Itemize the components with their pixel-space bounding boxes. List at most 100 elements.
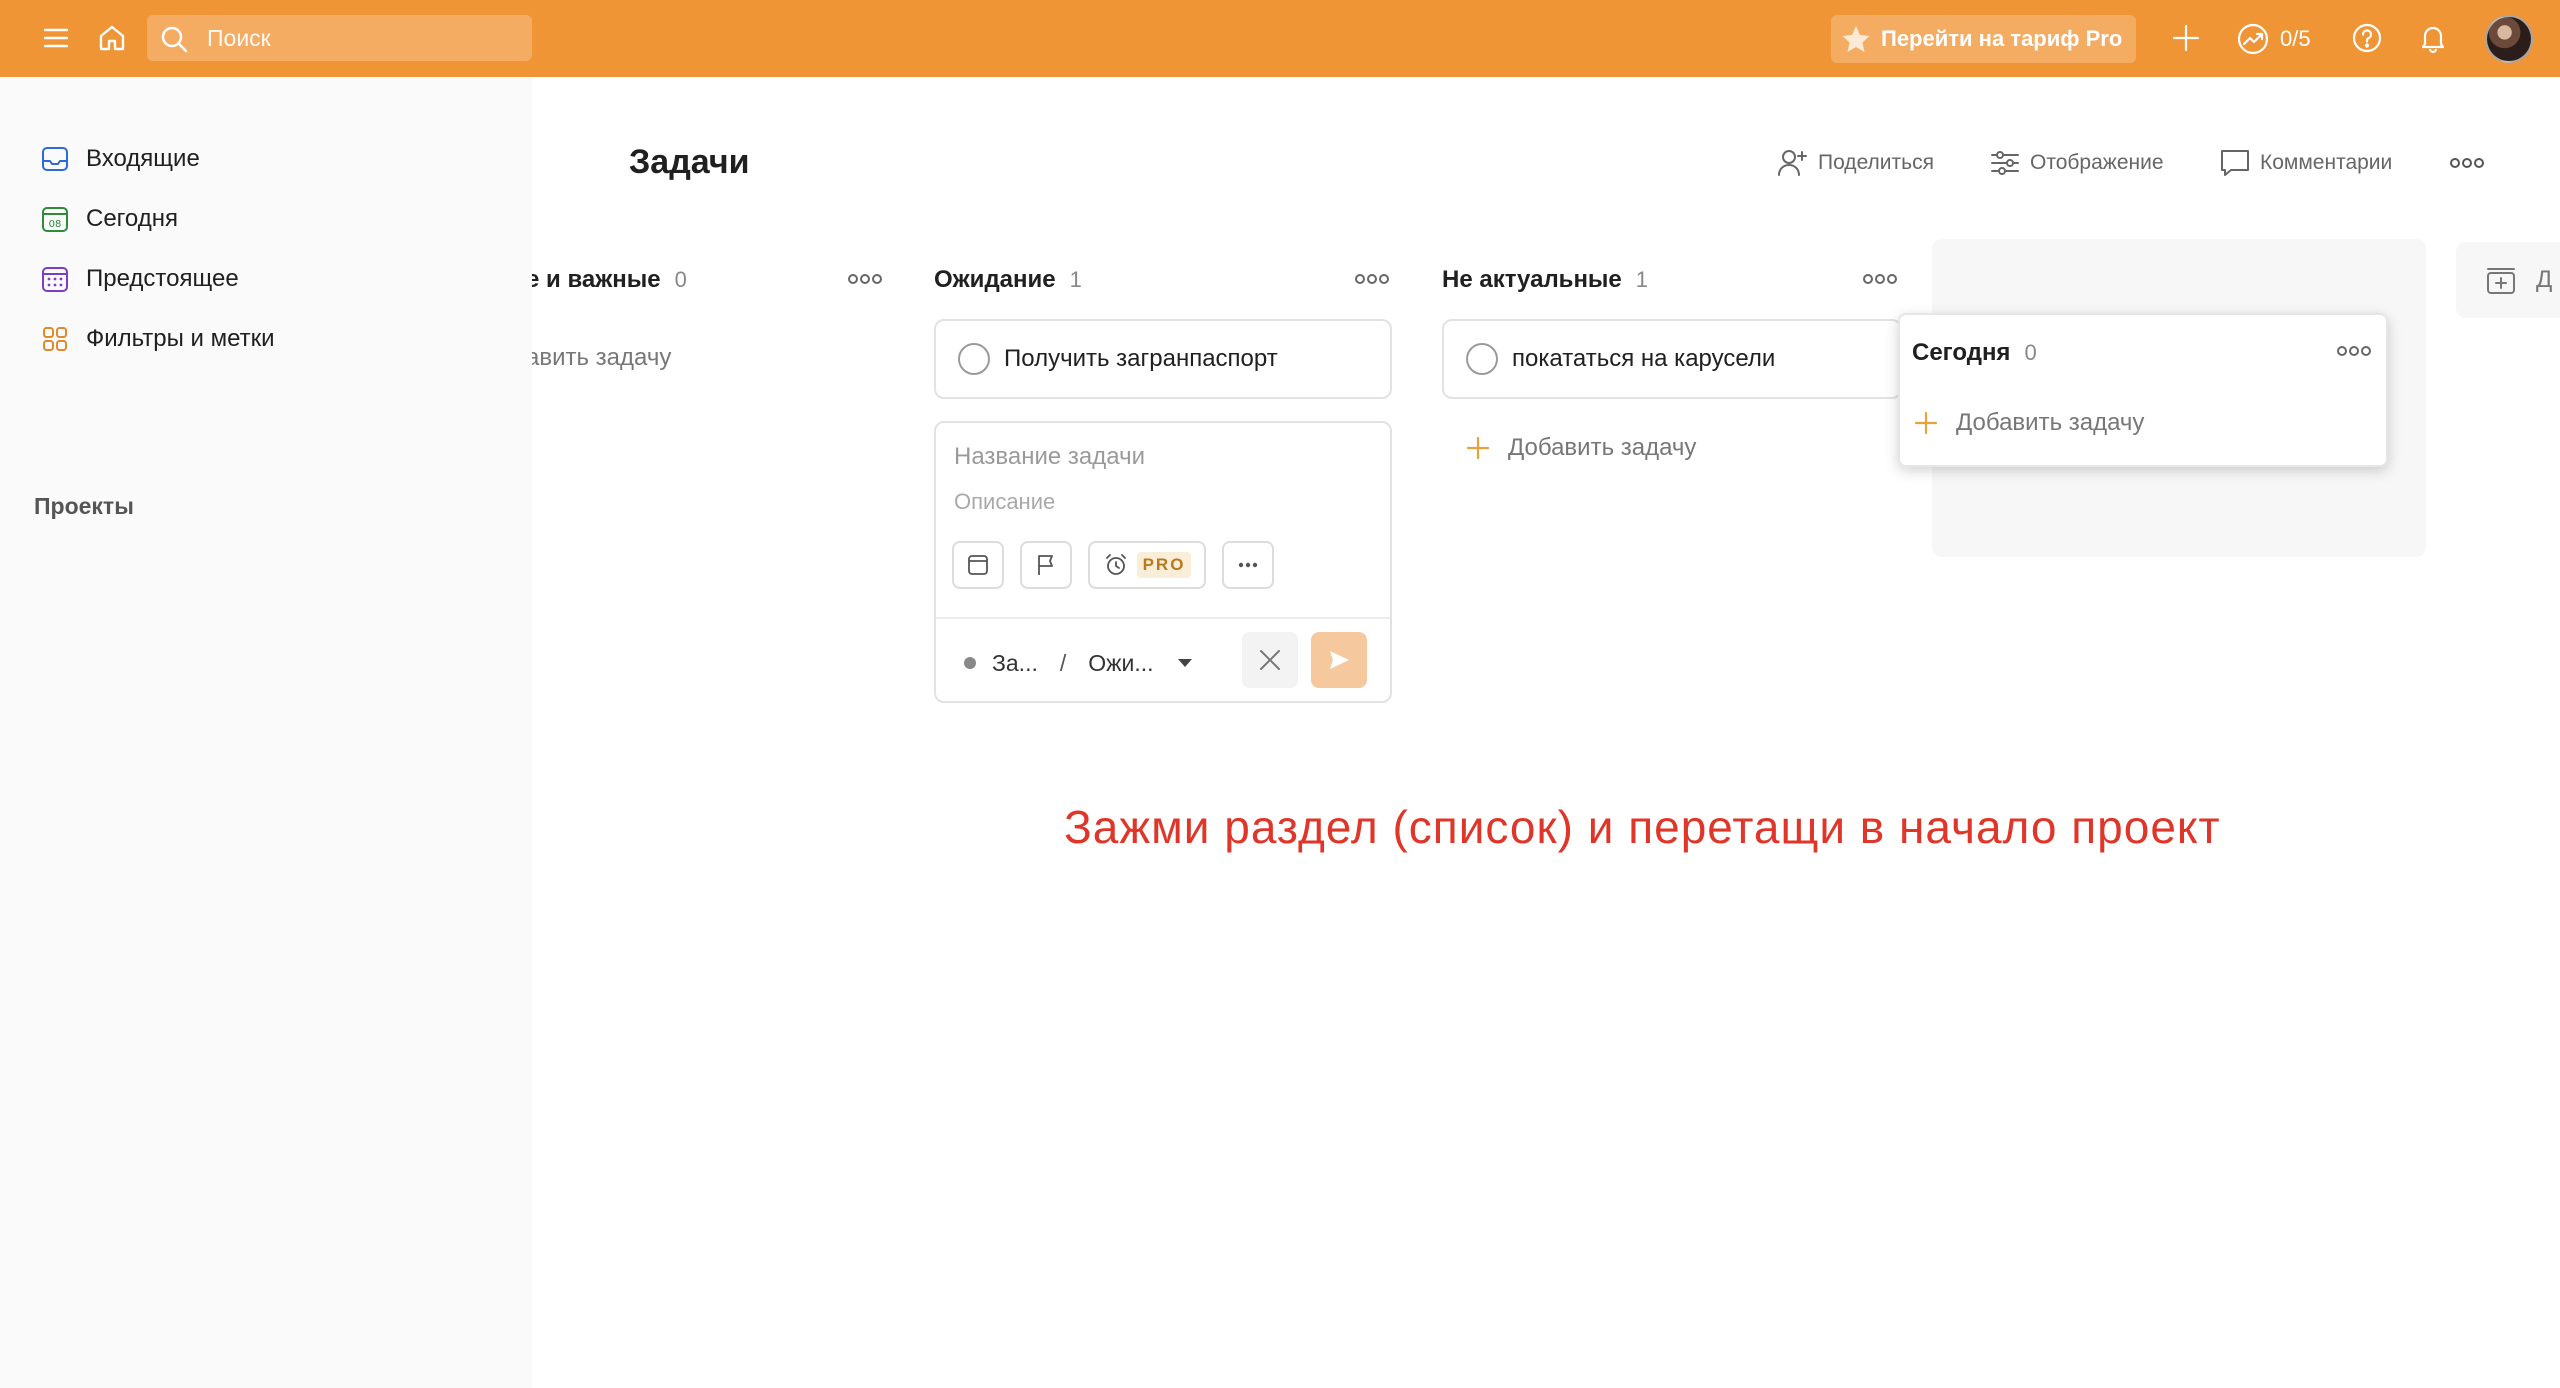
priority-button[interactable]	[1020, 541, 1072, 589]
sidebar-item-label: Фильтры и метки	[86, 325, 275, 352]
view-options-label: Отображение	[2030, 151, 2164, 174]
search-icon	[161, 26, 188, 53]
bell-icon[interactable]	[2411, 16, 2455, 60]
task-editor: Название задачи Описание PRO За... / Ожи…	[934, 421, 1392, 703]
upgrade-pro-button[interactable]: Перейти на тариф Pro	[1831, 15, 2136, 63]
sidebar-item-filters[interactable]: Фильтры и метки	[40, 319, 275, 359]
add-task-label: авить задачу	[532, 344, 672, 371]
section-name: Ожидание	[934, 266, 1056, 293]
chevron-down-icon	[1177, 659, 1192, 667]
sidebar-item-today[interactable]: 08 Сегодня	[40, 199, 178, 239]
editor-divider	[936, 617, 1390, 619]
plus-icon	[1914, 411, 1938, 435]
section-name: е и важные	[532, 266, 661, 293]
task-title: покататься на карусели	[1512, 345, 1776, 372]
section-count: 0	[674, 267, 687, 292]
sidebar-item-label: Сегодня	[86, 205, 178, 232]
main-content: Задачи Поделиться Отображение Комментари…	[532, 77, 2560, 1388]
close-icon	[1260, 650, 1280, 670]
help-icon[interactable]	[2345, 16, 2389, 60]
section-name: Не актуальные	[1442, 266, 1622, 293]
productivity-icon	[2237, 23, 2269, 55]
plus-icon	[1466, 436, 1490, 460]
add-section-button[interactable]: Д	[2456, 242, 2560, 318]
flag-icon	[1038, 555, 1053, 575]
add-task-label: Добавить задачу	[1956, 409, 2145, 436]
calendar-today-icon: 08	[42, 207, 68, 232]
breadcrumb-separator: /	[1059, 649, 1067, 676]
sidebar-item-upcoming[interactable]: Предстоящее	[40, 259, 239, 299]
section-header[interactable]: Не актуальные 1	[1442, 263, 1648, 297]
task-name-field[interactable]: Название задачи	[954, 443, 1145, 471]
calendar-icon	[968, 555, 988, 575]
add-person-icon	[1778, 150, 1807, 176]
page-title: Задачи	[629, 143, 750, 181]
send-icon	[1330, 651, 1349, 669]
add-task-label: Добавить задачу	[1508, 434, 1697, 461]
search-input[interactable]	[207, 15, 517, 61]
section-more-icon[interactable]	[843, 269, 887, 289]
cancel-button[interactable]	[1242, 632, 1298, 688]
due-date-button[interactable]	[952, 541, 1004, 589]
home-icon[interactable]	[90, 16, 134, 60]
karma-counter: 0/5	[2280, 26, 2311, 51]
pro-badge: PRO	[1136, 552, 1192, 578]
add-section-icon	[2487, 268, 2515, 294]
svg-text:08: 08	[49, 219, 62, 230]
add-task-button[interactable]: Добавить задачу	[1464, 428, 1696, 468]
section-header[interactable]: Ожидание 1	[934, 263, 1082, 297]
task-description-field[interactable]: Описание	[954, 489, 1055, 515]
projects-heading[interactable]: Проекты	[34, 493, 134, 520]
add-task-button[interactable]: авить задачу	[532, 338, 671, 378]
alarm-clock-icon	[1105, 554, 1126, 575]
add-task-button[interactable]: Добавить задачу	[1912, 403, 2144, 443]
section-more-icon[interactable]	[1350, 269, 1394, 289]
task-checkbox[interactable]	[958, 343, 990, 375]
project-name: За...	[992, 649, 1038, 676]
share-label: Поделиться	[1818, 151, 1934, 174]
comments-label: Комментарии	[2260, 151, 2393, 174]
top-bar: Перейти на тариф Pro 0/5	[0, 0, 2560, 77]
menu-icon[interactable]	[34, 16, 78, 60]
inbox-icon	[42, 147, 68, 171]
task-checkbox[interactable]	[1466, 343, 1498, 375]
project-selector[interactable]: За... / Ожи...	[964, 645, 1192, 681]
productivity-button[interactable]: 0/5	[2236, 18, 2311, 60]
section-count: 0	[2024, 340, 2037, 365]
task-card[interactable]: Получить загранпаспорт	[934, 319, 1392, 399]
upgrade-pro-label: Перейти на тариф Pro	[1881, 26, 2123, 51]
section-header[interactable]: е и важные 0	[532, 263, 687, 297]
section-name: Сегодня	[1912, 339, 2011, 366]
search-box[interactable]	[147, 15, 532, 61]
add-task-icon[interactable]	[2164, 16, 2208, 60]
section-header[interactable]: Сегодня 0	[1912, 339, 2037, 367]
instruction-annotation: Зажми раздел (список) и перетащи в начал…	[1064, 801, 2221, 853]
section-count: 1	[1069, 267, 1082, 292]
comment-icon	[2221, 150, 2249, 176]
comments-button[interactable]: Комментарии	[2218, 144, 2392, 182]
section-name: Ожи...	[1088, 649, 1154, 676]
sidebar-item-inbox[interactable]: Входящие	[40, 139, 200, 179]
star-icon	[1842, 26, 1870, 52]
view-options-button[interactable]: Отображение	[1988, 144, 2164, 182]
share-button[interactable]: Поделиться	[1776, 144, 1934, 182]
avatar[interactable]	[2485, 15, 2533, 63]
add-section-label: Д	[2536, 266, 2553, 293]
sliders-icon	[1991, 151, 2019, 175]
sidebar-item-label: Предстоящее	[86, 265, 239, 292]
more-actions-button[interactable]	[1222, 541, 1274, 589]
more-options-icon[interactable]	[2445, 153, 2489, 173]
calendar-upcoming-icon	[42, 267, 68, 292]
reminder-button[interactable]: PRO	[1088, 541, 1206, 589]
section-more-icon[interactable]	[2332, 341, 2376, 361]
section-count: 1	[1635, 267, 1649, 292]
sidebar-item-label: Входящие	[86, 145, 200, 172]
submit-task-button[interactable]	[1311, 632, 1367, 688]
task-title: Получить загранпаспорт	[1004, 345, 1278, 372]
sidebar: Входящие 08 Сегодня Предстоящее Фильтры …	[0, 77, 532, 1388]
project-color-dot	[964, 657, 976, 669]
filters-icon	[43, 327, 67, 351]
task-card[interactable]: покататься на карусели	[1442, 319, 1902, 399]
section-more-icon[interactable]	[1858, 269, 1902, 289]
dragged-section[interactable]: Сегодня 0 Добавить задачу	[1898, 313, 2388, 467]
